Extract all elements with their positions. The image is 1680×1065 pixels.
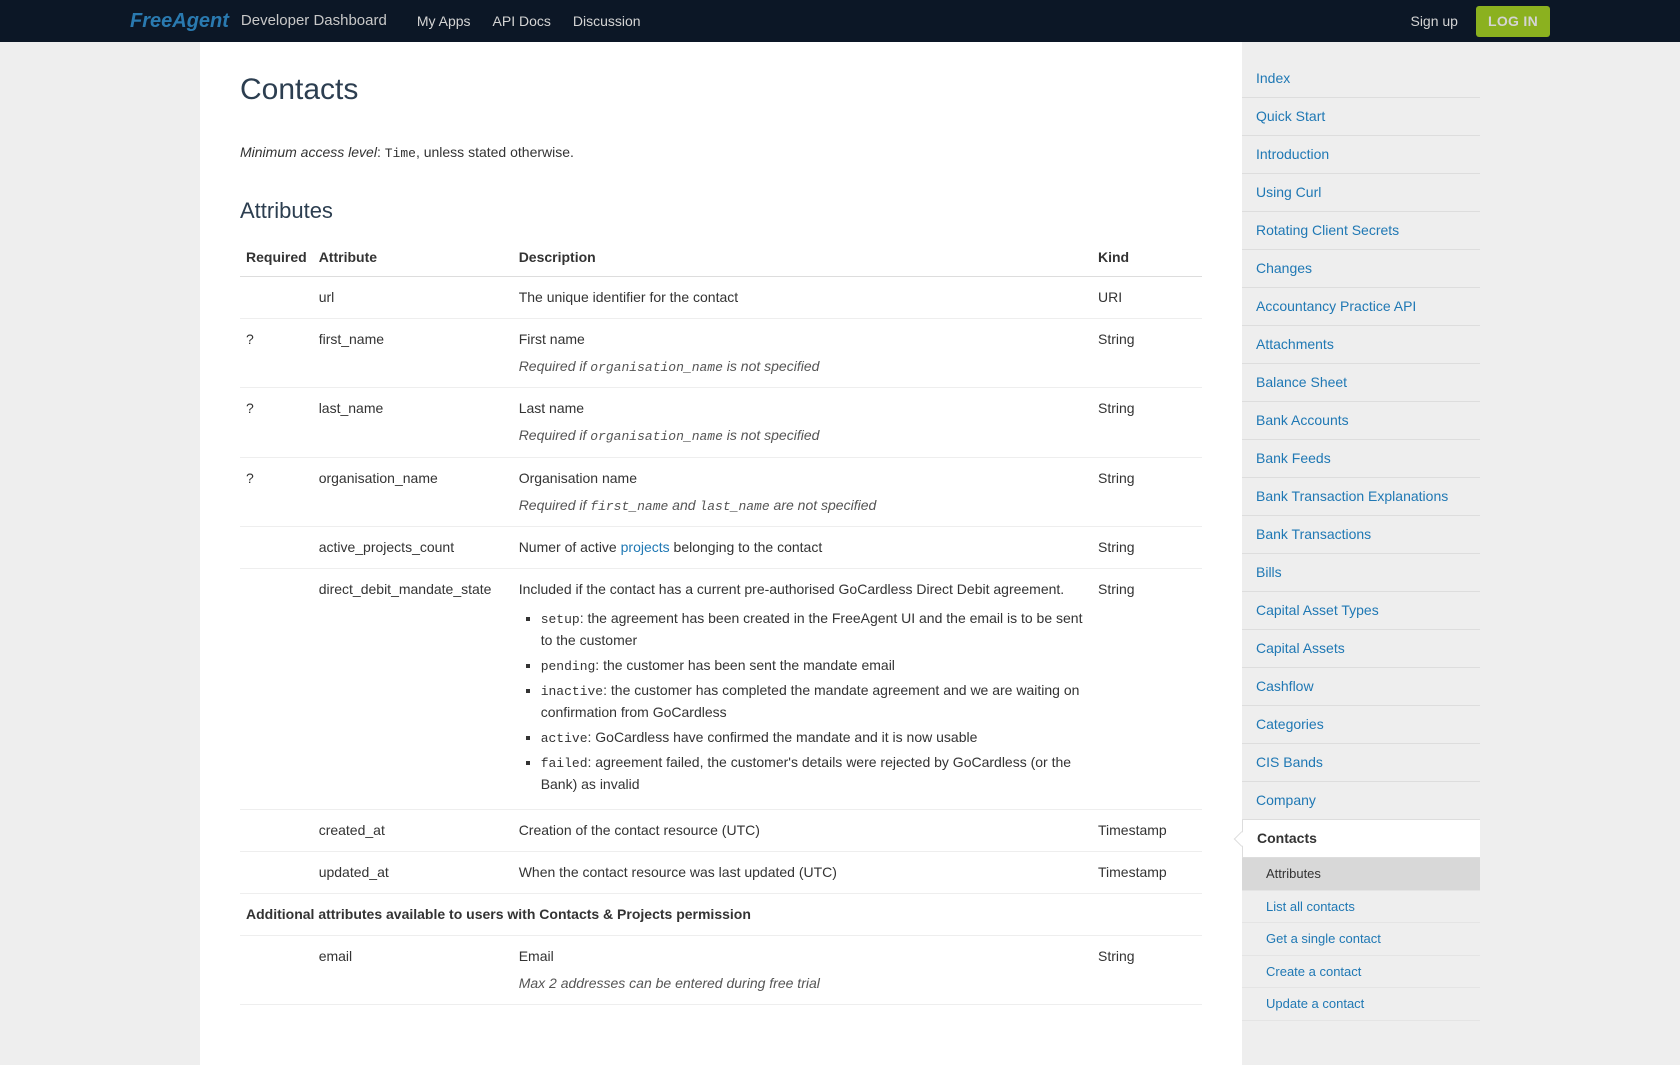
sidebar-link[interactable]: Accountancy Practice API — [1256, 298, 1416, 314]
sidebar-item[interactable]: Bills — [1242, 554, 1480, 592]
sidebar-link[interactable]: Bank Transactions — [1256, 526, 1371, 542]
nav-my-apps[interactable]: My Apps — [417, 11, 471, 32]
sidebar-sub-item[interactable]: Update a contact — [1242, 988, 1480, 1021]
table-row: direct_debit_mandate_state Included if t… — [240, 569, 1202, 810]
projects-link[interactable]: projects — [621, 539, 670, 555]
sidebar-sub-link[interactable]: List all contacts — [1266, 899, 1355, 914]
states-list: setup: the agreement has been created in… — [541, 608, 1086, 795]
th-kind: Kind — [1092, 239, 1202, 277]
sidebar-sub-item[interactable]: Create a contact — [1242, 956, 1480, 989]
sidebar-item[interactable]: Capital Asset Types — [1242, 592, 1480, 630]
list-item: inactive: the customer has completed the… — [541, 680, 1086, 723]
topbar: FreeAgent Developer Dashboard My Apps AP… — [0, 0, 1680, 42]
content: Contacts Minimum access level: Time, unl… — [200, 42, 1242, 1065]
logo[interactable]: FreeAgent Developer Dashboard — [130, 6, 387, 36]
table-row: created_at Creation of the contact resou… — [240, 809, 1202, 851]
sidebar-item[interactable]: Categories — [1242, 706, 1480, 744]
sidebar-sub-item[interactable]: List all contacts — [1242, 891, 1480, 924]
sidebar-link[interactable]: Attachments — [1256, 336, 1334, 352]
sidebar-link[interactable]: Cashflow — [1256, 678, 1314, 694]
sidebar-item[interactable]: Attachments — [1242, 326, 1480, 364]
sidebar-item[interactable]: Bank Feeds — [1242, 440, 1480, 478]
sidebar-link[interactable]: Introduction — [1256, 146, 1329, 162]
table-row: email Email Max 2 addresses can be enter… — [240, 935, 1202, 1004]
sidebar-link[interactable]: Bank Feeds — [1256, 450, 1331, 466]
list-item: setup: the agreement has been created in… — [541, 608, 1086, 651]
sidebar-item[interactable]: Capital Assets — [1242, 630, 1480, 668]
sidebar-item[interactable]: Balance Sheet — [1242, 364, 1480, 402]
sidebar-link[interactable]: Balance Sheet — [1256, 374, 1347, 390]
sidebar-link[interactable]: Bank Accounts — [1256, 412, 1349, 428]
table-section-row: Additional attributes available to users… — [240, 893, 1202, 935]
signup-link[interactable]: Sign up — [1410, 11, 1457, 32]
th-description: Description — [513, 239, 1092, 277]
sidebar-link[interactable]: Categories — [1256, 716, 1324, 732]
sidebar-sub-item[interactable]: Get a single contact — [1242, 923, 1480, 956]
table-row: url The unique identifier for the contac… — [240, 276, 1202, 318]
nav-links: My Apps API Docs Discussion — [417, 11, 641, 32]
sidebar-item[interactable]: Cashflow — [1242, 668, 1480, 706]
list-item: pending: the customer has been sent the … — [541, 655, 1086, 677]
sidebar-item[interactable]: CIS Bands — [1242, 744, 1480, 782]
sidebar-item[interactable]: Bank Accounts — [1242, 402, 1480, 440]
sidebar: Index Quick Start Introduction Using Curl Ro… — [1242, 60, 1480, 1021]
sidebar-link[interactable]: Using Curl — [1256, 184, 1321, 200]
th-attribute: Attribute — [313, 239, 513, 277]
sidebar-item[interactable]: Bank Transaction Explanations — [1242, 478, 1480, 516]
sidebar-sub-link[interactable]: Update a contact — [1266, 996, 1364, 1011]
sidebar-item[interactable]: Bank Transactions — [1242, 516, 1480, 554]
sidebar-sub-item[interactable]: Attributes — [1242, 858, 1480, 891]
sidebar-link[interactable]: CIS Bands — [1256, 754, 1323, 770]
th-required: Required — [240, 239, 313, 277]
list-item: active: GoCardless have confirmed the ma… — [541, 727, 1086, 749]
sidebar-item[interactable]: Accountancy Practice API — [1242, 288, 1480, 326]
nav-api-docs[interactable]: API Docs — [493, 11, 551, 32]
sidebar-item[interactable]: Index — [1242, 60, 1480, 98]
right-links: Sign up LOG IN — [1410, 6, 1550, 37]
sidebar-link[interactable]: Bank Transaction Explanations — [1256, 488, 1448, 504]
sidebar-item-active[interactable]: Contacts — [1242, 820, 1480, 858]
nav-discussion[interactable]: Discussion — [573, 11, 641, 32]
sidebar-link[interactable]: Company — [1256, 792, 1316, 808]
sidebar-item[interactable]: Introduction — [1242, 136, 1480, 174]
table-row: ? organisation_name Organisation name Re… — [240, 457, 1202, 527]
sidebar-link[interactable]: Index — [1256, 70, 1290, 86]
table-row: ? last_name Last name Required if organi… — [240, 388, 1202, 458]
sidebar-link[interactable]: Quick Start — [1256, 108, 1325, 124]
table-row: updated_at When the contact resource was… — [240, 851, 1202, 893]
sidebar-sub-link[interactable]: Get a single contact — [1266, 931, 1381, 946]
access-level: Minimum access level: Time, unless state… — [240, 142, 1202, 164]
sidebar-link[interactable]: Bills — [1256, 564, 1282, 580]
sidebar-link[interactable]: Capital Assets — [1256, 640, 1345, 656]
login-button[interactable]: LOG IN — [1476, 6, 1550, 37]
table-header-row: Required Attribute Description Kind — [240, 239, 1202, 277]
page-title: Contacts — [240, 67, 1202, 112]
sidebar-item[interactable]: Company — [1242, 782, 1480, 820]
logo-sub: Developer Dashboard — [241, 10, 387, 33]
sidebar-link[interactable]: Capital Asset Types — [1256, 602, 1379, 618]
table-row: ? first_name First name Required if orga… — [240, 318, 1202, 388]
sidebar-item[interactable]: Changes — [1242, 250, 1480, 288]
sidebar-sub-link[interactable]: Attributes — [1266, 866, 1321, 881]
sidebar-sub-link[interactable]: Create a contact — [1266, 964, 1361, 979]
section-attributes: Attributes — [240, 194, 1202, 227]
list-item: failed: agreement failed, the customer's… — [541, 752, 1086, 795]
attributes-table: Required Attribute Description Kind url … — [240, 239, 1202, 1005]
table-row: active_projects_count Numer of active pr… — [240, 527, 1202, 569]
sidebar-link[interactable]: Changes — [1256, 260, 1312, 276]
sidebar-item[interactable]: Quick Start — [1242, 98, 1480, 136]
sidebar-item[interactable]: Using Curl — [1242, 174, 1480, 212]
logo-main: FreeAgent — [130, 6, 229, 36]
sidebar-item[interactable]: Rotating Client Secrets — [1242, 212, 1480, 250]
sidebar-link[interactable]: Rotating Client Secrets — [1256, 222, 1399, 238]
